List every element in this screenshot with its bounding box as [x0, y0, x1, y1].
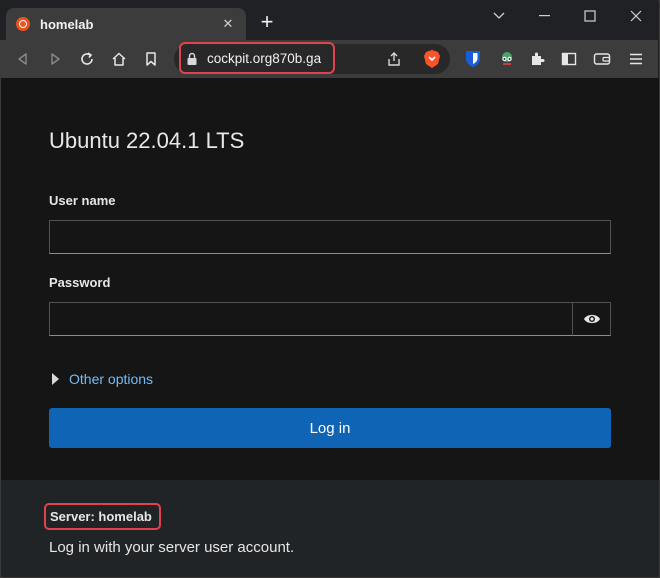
extensions-icon[interactable] — [527, 49, 547, 69]
page-title: Ubuntu 22.04.1 LTS — [49, 128, 245, 153]
show-password-button[interactable] — [572, 302, 611, 336]
password-input[interactable] — [49, 302, 573, 336]
close-icon[interactable]: ✕ — [220, 16, 236, 32]
tab-homelab[interactable]: homelab ✕ — [6, 8, 246, 40]
username-label: User name — [49, 193, 116, 208]
eye-icon — [583, 314, 600, 324]
username-input[interactable] — [49, 220, 611, 254]
other-options-toggle[interactable]: Other options — [52, 371, 153, 387]
caret-right-icon — [52, 373, 59, 385]
password-label: Password — [49, 275, 111, 290]
ubuntu-icon — [16, 17, 30, 31]
bookmark-icon[interactable] — [141, 49, 161, 69]
minimize-icon[interactable] — [535, 6, 555, 26]
window-close-icon[interactable] — [626, 6, 646, 26]
help-text: Log in with your server user account. — [49, 539, 295, 556]
maximize-icon[interactable] — [580, 6, 600, 26]
back-icon[interactable] — [13, 49, 33, 69]
server-label: Server: homelab — [50, 509, 152, 524]
chevron-down-icon[interactable] — [489, 6, 509, 26]
new-tab-button[interactable]: + — [256, 11, 278, 34]
tab-strip: homelab ✕ + — [0, 0, 658, 40]
tab-title: homelab — [40, 16, 94, 32]
bitwarden-icon[interactable] — [463, 49, 483, 69]
share-icon[interactable] — [384, 49, 404, 69]
other-options-label: Other options — [69, 371, 154, 387]
extension-avatar-icon[interactable] — [497, 49, 517, 69]
menu-icon[interactable] — [626, 49, 646, 69]
wallet-icon[interactable] — [592, 49, 612, 69]
forward-icon[interactable] — [45, 49, 65, 69]
url-text[interactable]: cockpit.org870b.ga — [207, 51, 321, 66]
reload-icon[interactable] — [77, 49, 97, 69]
home-icon[interactable] — [109, 49, 129, 69]
login-button[interactable]: Log in — [49, 408, 611, 448]
sidebar-icon[interactable] — [559, 49, 579, 69]
brave-icon[interactable] — [422, 49, 442, 69]
